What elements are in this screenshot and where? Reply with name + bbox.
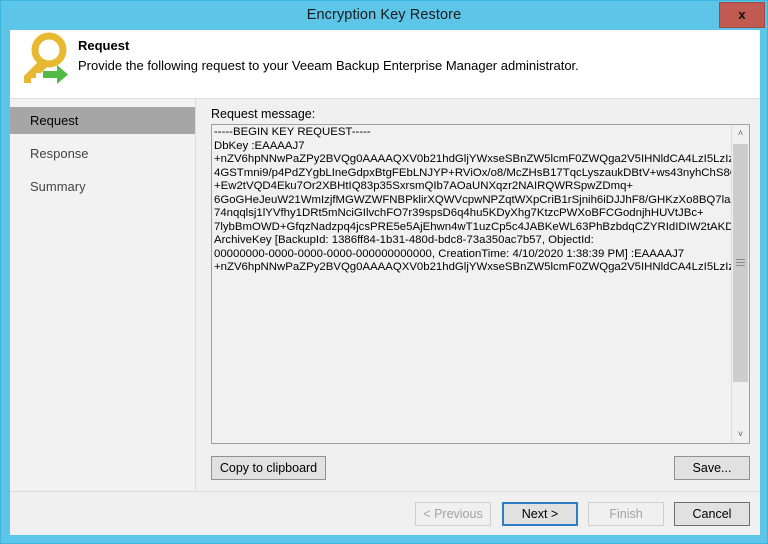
close-icon[interactable]: x — [719, 2, 765, 28]
page-title: Request — [78, 38, 130, 53]
request-message-label: Request message: — [211, 107, 316, 121]
previous-button: < Previous — [415, 502, 491, 526]
scroll-up-icon[interactable]: ˄ — [732, 125, 749, 142]
window-title: Encryption Key Restore — [306, 7, 462, 23]
request-message-scrollbar[interactable]: ˄ ˅ — [731, 125, 749, 443]
title-bar: Encryption Key Restore x — [1, 1, 767, 30]
dialog-footer: < Previous Next > Finish Cancel — [10, 491, 760, 535]
wizard-header: Request Provide the following request to… — [10, 30, 760, 98]
finish-button: Finish — [588, 502, 664, 526]
sidebar-item-response[interactable]: Response — [10, 140, 195, 167]
page-subtitle: Provide the following request to your Ve… — [78, 58, 579, 73]
request-message-input[interactable] — [214, 126, 731, 442]
next-button[interactable]: Next > — [502, 502, 578, 526]
request-message-box: ˄ ˅ — [211, 124, 750, 444]
key-restore-icon — [13, 31, 73, 91]
scrollbar-grip-icon — [736, 259, 745, 267]
scroll-down-icon[interactable]: ˅ — [732, 426, 749, 443]
sidebar-item-request[interactable]: Request — [10, 107, 195, 134]
dialog-client-area: Request Provide the following request to… — [10, 30, 760, 535]
cancel-button[interactable]: Cancel — [674, 502, 750, 526]
sidebar-item-summary[interactable]: Summary — [10, 173, 195, 200]
wizard-step-list: Request Response Summary — [10, 99, 196, 490]
request-pane: Request message: ˄ ˅ Copy to clipboard S… — [197, 99, 760, 490]
copy-to-clipboard-button[interactable]: Copy to clipboard — [211, 456, 326, 480]
scrollbar-thumb[interactable] — [733, 144, 748, 382]
save-button[interactable]: Save... — [674, 456, 750, 480]
encryption-key-restore-window: Encryption Key Restore x Request Provide… — [0, 0, 768, 544]
